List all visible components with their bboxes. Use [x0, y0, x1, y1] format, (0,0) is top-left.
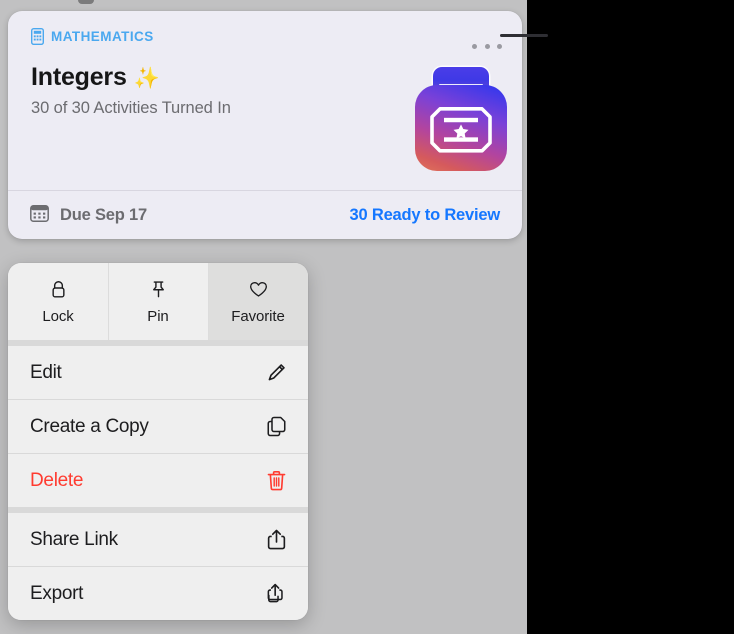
context-menu: Lock Pin Favorite Edit Create a Copy Del…	[8, 263, 308, 620]
menu-item-create-a-copy[interactable]: Create a Copy	[8, 400, 308, 453]
assignment-artwork	[415, 67, 507, 171]
assignment-card-footer: Due Sep 17 30 Ready to Review	[8, 191, 522, 239]
sparkles-icon: ✨	[133, 67, 160, 90]
quick-action-lock[interactable]: Lock	[8, 263, 108, 340]
top-cutoff-mark	[78, 0, 94, 4]
subject-row: MATHEMATICS	[30, 27, 154, 46]
assignment-card-body: MATHEMATICS Integers ✨ 30 of 30 Activiti…	[8, 11, 522, 190]
activities-progress-text: 30 of 30 Activities Turned In	[31, 99, 231, 117]
ellipsis-dot	[484, 43, 490, 49]
ellipsis-dot	[497, 43, 502, 49]
share-multiple-icon	[263, 581, 289, 607]
heart-icon	[249, 278, 268, 300]
menu-item-share-link[interactable]: Share Link	[8, 513, 308, 566]
menu-item-label: Create a Copy	[30, 415, 149, 437]
duplicate-icon	[263, 414, 289, 440]
quick-action-label: Pin	[147, 308, 169, 325]
page-title: Integers ✨	[31, 63, 160, 92]
menu-item-edit[interactable]: Edit	[8, 346, 308, 399]
menu-item-delete[interactable]: Delete	[8, 454, 308, 507]
pin-icon	[151, 278, 166, 300]
assignment-card[interactable]: MATHEMATICS Integers ✨ 30 of 30 Activiti…	[8, 11, 522, 239]
quick-action-pin[interactable]: Pin	[108, 263, 208, 340]
quick-action-label: Lock	[42, 308, 74, 325]
due-date-text: Due Sep 17	[60, 205, 147, 224]
quick-action-label: Favorite	[231, 308, 285, 325]
ellipsis-icon[interactable]	[472, 38, 502, 54]
share-icon	[263, 527, 289, 553]
subject-label: MATHEMATICS	[51, 29, 154, 44]
ellipsis-dot	[472, 43, 477, 49]
quick-actions-row: Lock Pin Favorite	[8, 263, 308, 340]
calculator-icon	[30, 27, 45, 46]
menu-item-label: Delete	[30, 469, 84, 491]
due-date-group: Due Sep 17	[30, 204, 147, 227]
menu-item-label: Edit	[30, 361, 62, 383]
assignment-title-text: Integers	[31, 63, 127, 91]
calendar-icon	[30, 204, 49, 227]
lock-icon	[51, 278, 66, 300]
menu-item-label: Export	[30, 582, 84, 604]
callout-leader-line	[500, 34, 548, 37]
pencil-icon	[263, 360, 289, 386]
quick-action-favorite[interactable]: Favorite	[208, 263, 308, 340]
ticket-star-glyph	[430, 107, 492, 153]
menu-item-export[interactable]: Export	[8, 567, 308, 620]
artwork-body	[415, 85, 507, 171]
ready-to-review-link[interactable]: 30 Ready to Review	[350, 206, 501, 225]
menu-item-label: Share Link	[30, 528, 118, 550]
app-background: MATHEMATICS Integers ✨ 30 of 30 Activiti…	[0, 0, 548, 634]
trash-icon	[263, 468, 289, 494]
